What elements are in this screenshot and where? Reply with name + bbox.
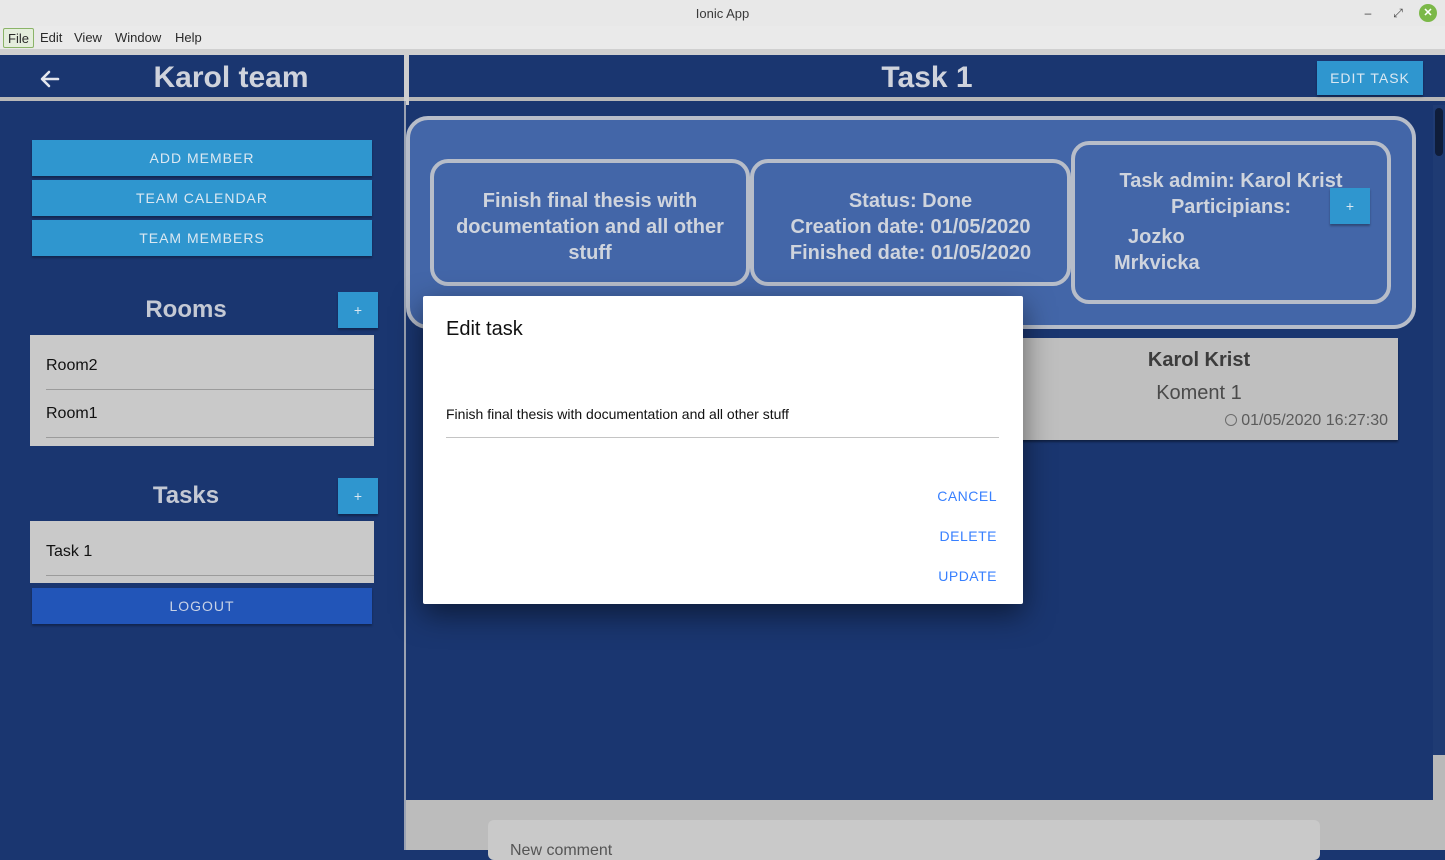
sidebar-header: Karol team: [0, 55, 404, 101]
team-title: Karol team: [153, 61, 309, 94]
creation-date: Creation date: 01/05/2020: [790, 216, 1031, 238]
comment-footer: New comment: [406, 800, 1445, 860]
comment-author: Karol Krist: [1147, 349, 1251, 371]
description-line: stuff: [568, 242, 612, 264]
tasks-heading: Tasks: [152, 482, 220, 509]
dialog-title: Edit task: [446, 318, 523, 340]
finished-date: Finished date: 01/05/2020: [789, 242, 1032, 264]
menu-window[interactable]: Window: [111, 28, 165, 48]
comment-text: Koment 1: [1156, 382, 1242, 404]
delete-button[interactable]: DELETE: [940, 528, 997, 544]
close-icon[interactable]: ✕: [1419, 4, 1437, 22]
add-room-button[interactable]: +: [338, 292, 378, 328]
edit-task-button[interactable]: EDIT TASK: [1317, 61, 1423, 95]
menu-view[interactable]: View: [70, 28, 106, 48]
menu-file[interactable]: File: [3, 28, 34, 48]
window-titlebar: Ionic App – ⤢ ✕: [0, 0, 1445, 26]
back-arrow-icon[interactable]: [36, 65, 64, 93]
room-item[interactable]: Room2: [30, 342, 374, 390]
status-line: Status: Done: [848, 190, 973, 212]
task-status-card: Status: Done Creation date: 01/05/2020 F…: [750, 159, 1071, 286]
task-title: Task 1: [881, 61, 973, 94]
room-item[interactable]: Room1: [30, 390, 374, 438]
rooms-list: Room2 Room1: [30, 335, 374, 446]
sidebar: Karol team ADD MEMBER TEAM CALENDAR TEAM…: [0, 55, 404, 850]
task-item[interactable]: Task 1: [30, 528, 374, 576]
rooms-heading: Rooms: [145, 296, 227, 323]
cancel-button[interactable]: CANCEL: [937, 488, 997, 504]
participant: Jozko: [1128, 226, 1185, 248]
menu-help[interactable]: Help: [171, 28, 206, 48]
comment-timestamp: 01/05/2020 16:27:30: [1225, 412, 1388, 430]
task-header: Task 1 EDIT TASK: [409, 55, 1445, 101]
minimize-icon[interactable]: –: [1359, 4, 1377, 22]
scrollbar-thumb[interactable]: [1435, 108, 1443, 156]
logout-button[interactable]: LOGOUT: [32, 588, 372, 624]
task-name-input[interactable]: [446, 388, 999, 438]
task-description-card: Finish final thesis with documentation a…: [430, 159, 750, 286]
tasks-list: Task 1: [30, 521, 374, 583]
add-task-button[interactable]: +: [338, 478, 378, 514]
scrollbar[interactable]: [1433, 105, 1445, 800]
comment-card: Karol Krist Koment 1 01/05/2020 16:27:30: [1000, 338, 1398, 440]
team-calendar-button[interactable]: TEAM CALENDAR: [32, 180, 372, 216]
clock-icon: [1225, 414, 1238, 426]
menu-bar: File Edit View Window Help: [0, 26, 1445, 50]
description-line: Finish final thesis with: [482, 190, 698, 212]
menu-edit[interactable]: Edit: [36, 28, 66, 48]
new-comment-input[interactable]: New comment: [488, 820, 1320, 860]
add-member-button[interactable]: ADD MEMBER: [32, 140, 372, 176]
scrollbar-gutter: [1433, 755, 1445, 800]
edit-task-dialog: Edit task CANCEL DELETE UPDATE: [423, 296, 1023, 604]
maximize-icon[interactable]: ⤢: [1389, 4, 1407, 22]
window-title: Ionic App: [695, 6, 750, 21]
description-line: documentation and all other: [456, 216, 724, 238]
update-button[interactable]: UPDATE: [938, 568, 997, 584]
add-participant-button[interactable]: +: [1330, 188, 1370, 224]
team-members-button[interactable]: TEAM MEMBERS: [32, 220, 372, 256]
comment-time-text: 01/05/2020 16:27:30: [1241, 412, 1388, 429]
participant: Mrkvicka: [1114, 252, 1200, 274]
